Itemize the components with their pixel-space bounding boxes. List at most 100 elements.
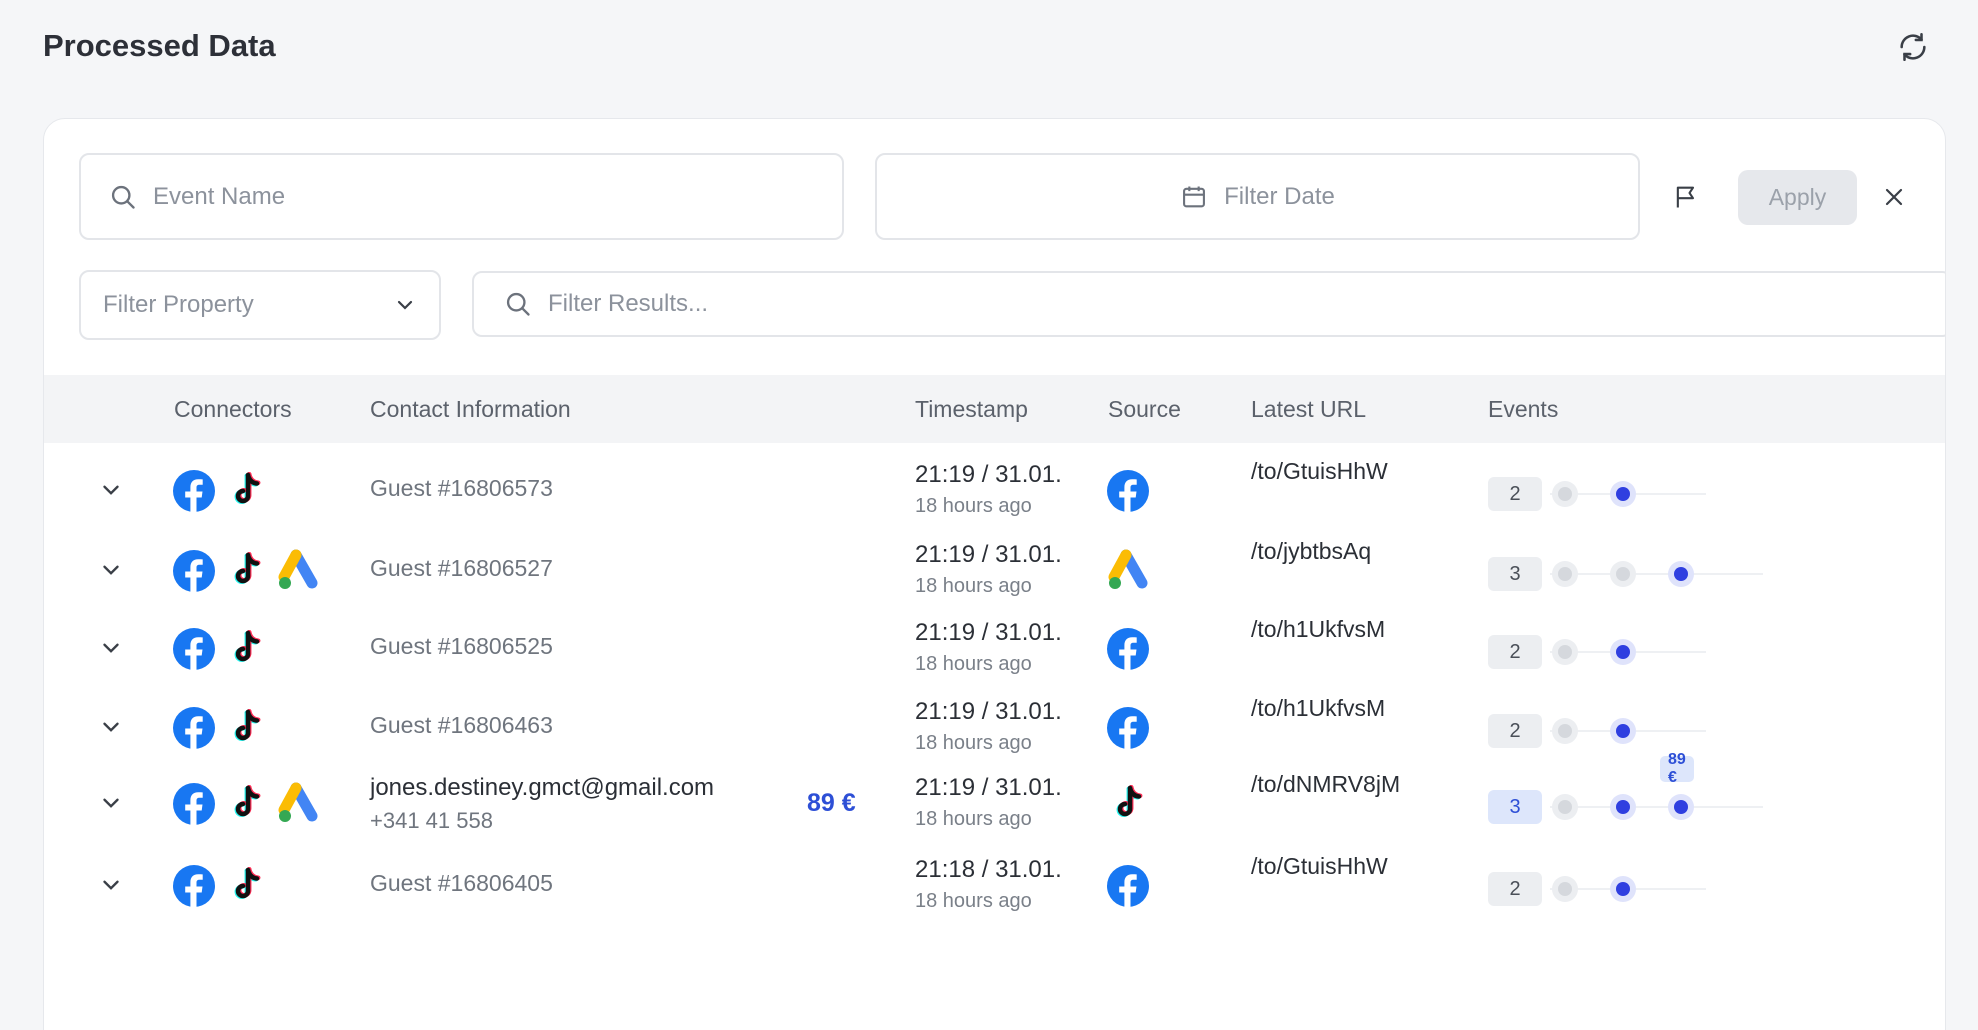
- timestamp-time: 21:19 / 31.01.: [915, 461, 1062, 488]
- source-icon-cell: [1106, 782, 1150, 831]
- chevron-down-icon: [103, 798, 119, 808]
- column-header-timestamp: Timestamp: [915, 396, 1028, 422]
- event-dot[interactable]: [1668, 794, 1694, 820]
- expand-row-button[interactable]: [94, 868, 128, 902]
- timestamp-relative: 18 hours ago: [915, 808, 1032, 830]
- connector-icons: [172, 627, 268, 671]
- expand-row-button[interactable]: [94, 710, 128, 744]
- source-icon-cell: [1106, 469, 1150, 518]
- facebook-icon: [172, 549, 216, 593]
- source-icon-cell: [1106, 864, 1150, 913]
- expand-row-button[interactable]: [94, 786, 128, 820]
- tiktok-icon: [224, 782, 268, 826]
- event-dot[interactable]: [1552, 718, 1578, 744]
- events-connector-line: [1550, 573, 1763, 575]
- expand-row-button[interactable]: [94, 473, 128, 507]
- event-dot[interactable]: [1610, 481, 1636, 507]
- event-dot[interactable]: [1552, 639, 1578, 665]
- tiktok-icon: [224, 864, 268, 908]
- timestamp-relative: 18 hours ago: [915, 575, 1032, 597]
- event-count-badge: 2: [1488, 714, 1542, 748]
- source-icon-cell: [1106, 549, 1154, 598]
- event-count-badge: 2: [1488, 635, 1542, 669]
- event-dot[interactable]: [1552, 561, 1578, 587]
- timestamp-relative: 18 hours ago: [915, 653, 1032, 675]
- column-header-events: Events: [1488, 396, 1559, 422]
- event-dot[interactable]: [1552, 876, 1578, 902]
- event-name-placeholder: Event Name: [153, 182, 286, 210]
- search-icon: [506, 292, 530, 316]
- connector-icons: [172, 706, 268, 750]
- column-header-latest-url: Latest URL: [1251, 396, 1367, 422]
- facebook-icon: [172, 706, 216, 750]
- timestamp-time: 21:19 / 31.01.: [915, 774, 1062, 801]
- facebook-icon: [1106, 627, 1150, 671]
- revenue-value: 89 €: [807, 789, 856, 817]
- event-dot[interactable]: [1668, 561, 1694, 587]
- event-dot[interactable]: [1610, 561, 1636, 587]
- contact-guest-id: Guest #16806405: [370, 870, 553, 896]
- refresh-button[interactable]: [1893, 27, 1933, 67]
- google-ads-icon: [1106, 549, 1154, 593]
- event-count-badge: 2: [1488, 872, 1542, 906]
- latest-url[interactable]: /to/GtuisHhW: [1251, 458, 1388, 485]
- processed-data-card: Event Name Filter Date Apply Filter Prop…: [43, 118, 1946, 1030]
- chevron-down-icon: [103, 643, 119, 653]
- filter-date-input[interactable]: Filter Date: [875, 153, 1640, 240]
- latest-url[interactable]: /to/h1UkfvsM: [1251, 695, 1385, 722]
- filter-property-select[interactable]: Filter Property: [79, 270, 441, 340]
- event-dot[interactable]: [1610, 876, 1636, 902]
- event-value-badge: 89 €: [1660, 751, 1694, 786]
- table-header: Connectors Contact Information Timestamp…: [44, 375, 1945, 443]
- column-header-source: Source: [1108, 396, 1181, 422]
- facebook-icon: [172, 864, 216, 908]
- contact-email: jones.destiney.gmct@gmail.com: [370, 774, 715, 801]
- connector-icons: [172, 549, 324, 593]
- latest-url[interactable]: /to/h1UkfvsM: [1251, 616, 1385, 643]
- expand-row-button[interactable]: [94, 631, 128, 665]
- event-name-input[interactable]: Event Name: [79, 153, 844, 240]
- refresh-icon: [1900, 32, 1926, 62]
- connector-icons: [172, 469, 268, 513]
- event-count-badge: 3: [1488, 557, 1542, 591]
- page-title: Processed Data: [43, 28, 276, 63]
- table-row[interactable]: Guest #16806405 21:18 / 31.01. 18 hours ag…: [44, 838, 1945, 935]
- event-dot[interactable]: [1610, 718, 1636, 744]
- filter-results-placeholder: Filter Results...: [548, 290, 709, 317]
- latest-url[interactable]: /to/dNMRV8jM: [1251, 771, 1400, 798]
- facebook-icon: [1106, 469, 1150, 513]
- calendar-icon: [1183, 186, 1206, 207]
- event-dot[interactable]: [1610, 794, 1636, 820]
- timestamp-time: 21:19 / 31.01.: [915, 698, 1062, 725]
- clear-filters-button[interactable]: [1874, 177, 1914, 217]
- column-header-connectors: Connectors: [174, 396, 292, 422]
- apply-button[interactable]: Apply: [1738, 170, 1857, 225]
- flag-icon: [1676, 186, 1695, 208]
- timestamp-time: 21:19 / 31.01.: [915, 541, 1062, 568]
- event-dot[interactable]: [1552, 794, 1578, 820]
- contact-guest-id: Guest #16806525: [370, 633, 553, 659]
- expand-row-button[interactable]: [94, 553, 128, 587]
- event-count-badge: 3: [1488, 790, 1542, 824]
- timestamp-relative: 18 hours ago: [915, 890, 1032, 912]
- event-count-badge: 2: [1488, 477, 1542, 511]
- tiktok-icon: [224, 627, 268, 671]
- filter-results-input[interactable]: Filter Results...: [472, 271, 1945, 337]
- chevron-down-icon: [103, 565, 119, 575]
- connector-icons: [172, 864, 268, 908]
- contact-guest-id: Guest #16806527: [370, 555, 553, 581]
- contact-phone: +341 41 558: [370, 808, 493, 833]
- chevron-down-icon: [103, 880, 119, 890]
- column-header-contact-information: Contact Information: [370, 396, 571, 422]
- latest-url[interactable]: /to/jybtbsAq: [1251, 538, 1371, 565]
- timestamp-time: 21:18 / 31.01.: [915, 856, 1062, 883]
- google-ads-icon: [276, 549, 324, 593]
- latest-url[interactable]: /to/GtuisHhW: [1251, 853, 1388, 880]
- chevron-down-icon: [103, 485, 119, 495]
- event-dot[interactable]: [1610, 639, 1636, 665]
- event-dot[interactable]: [1552, 481, 1578, 507]
- facebook-icon: [1106, 706, 1150, 750]
- search-icon: [111, 185, 135, 209]
- chevron-down-icon: [397, 300, 413, 310]
- flag-button[interactable]: [1666, 177, 1706, 217]
